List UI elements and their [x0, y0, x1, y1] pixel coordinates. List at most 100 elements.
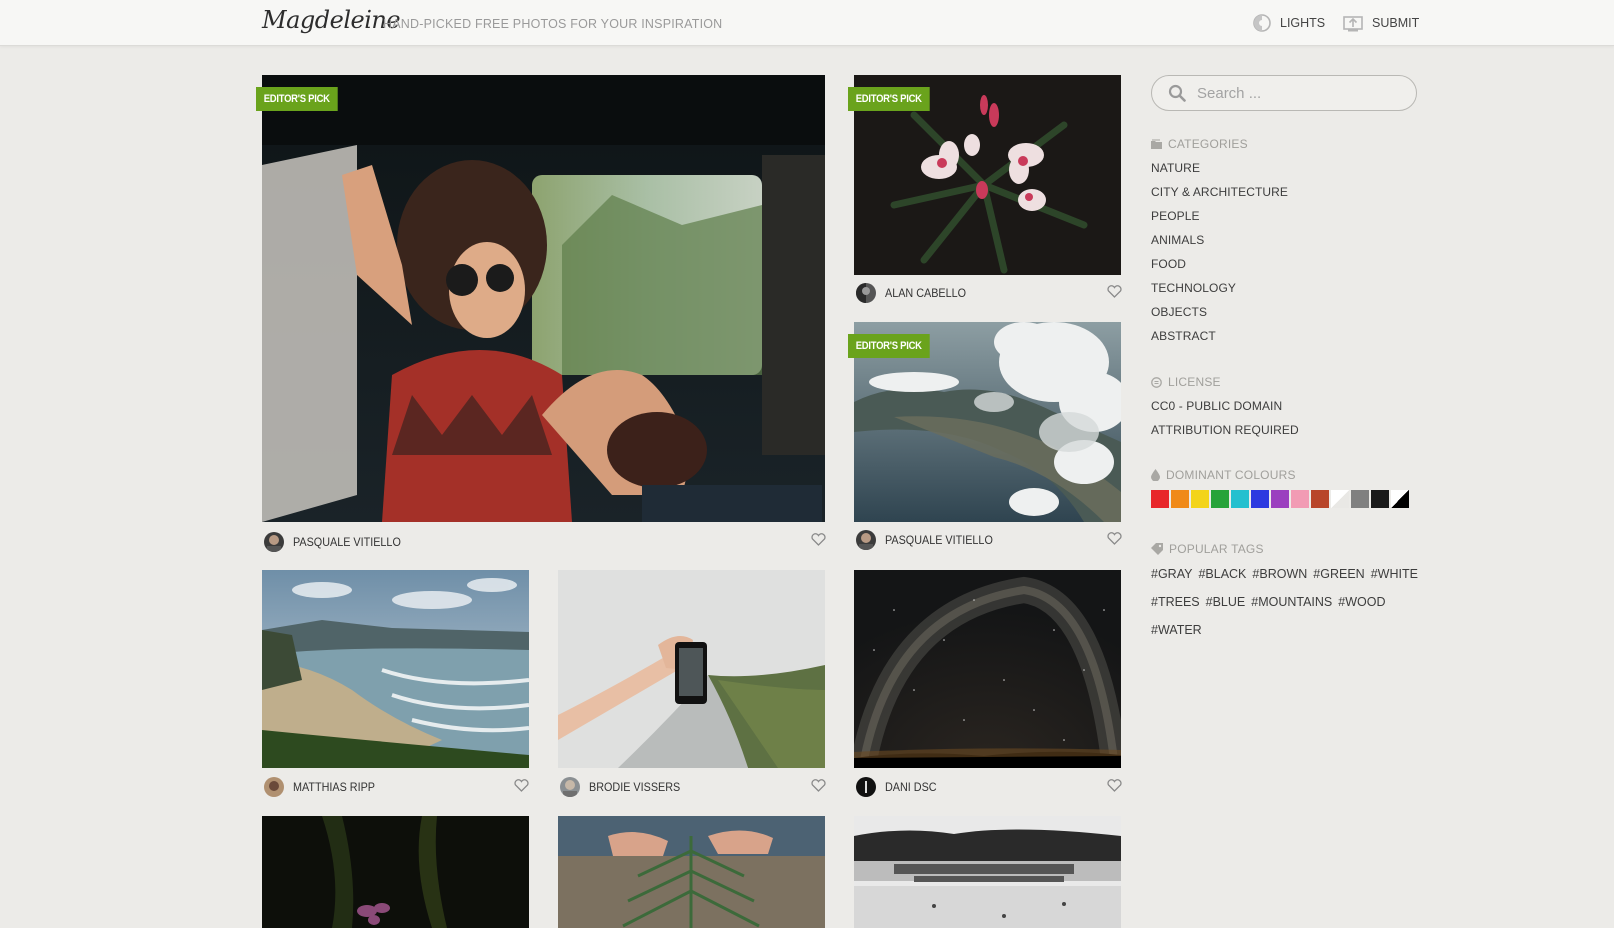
- photo-tile[interactable]: [262, 570, 529, 768]
- avatar: [856, 777, 876, 797]
- category-nature[interactable]: NATURE: [1151, 161, 1288, 185]
- photo-image: [262, 75, 825, 522]
- license-title: LICENSE: [1168, 375, 1221, 389]
- avatar: [264, 532, 284, 552]
- heart-icon[interactable]: [811, 533, 826, 546]
- tag-link[interactable]: #GREEN: [1313, 567, 1364, 595]
- search-icon: [1168, 84, 1186, 102]
- photo-image: [558, 816, 825, 928]
- heart-icon[interactable]: [1107, 532, 1122, 545]
- tag-link[interactable]: #TREES: [1151, 595, 1200, 623]
- swatch-blue[interactable]: [1251, 490, 1269, 508]
- editors-pick-badge: EDITOR'S PICK: [848, 334, 930, 358]
- upload-icon: [1343, 16, 1363, 32]
- tags-heading: POPULAR TAGS: [1151, 542, 1264, 556]
- photo-image: [262, 570, 529, 768]
- heart-icon[interactable]: [1107, 779, 1122, 792]
- category-city-architecture[interactable]: CITY & ARCHITECTURE: [1151, 185, 1288, 209]
- submit-link[interactable]: SUBMIT: [1343, 14, 1419, 32]
- swatch-black-white[interactable]: [1391, 490, 1409, 508]
- heart-icon[interactable]: [811, 779, 826, 792]
- photo-image: [558, 570, 825, 768]
- swatch-black[interactable]: [1371, 490, 1389, 508]
- photo-author[interactable]: MATTHIAS RIPP: [293, 780, 375, 794]
- tag-link[interactable]: #BLACK: [1198, 567, 1246, 595]
- site-tagline: HAND-PICKED FREE PHOTOS FOR YOUR INSPIRA…: [383, 17, 723, 31]
- license-heading: LICENSE: [1151, 375, 1221, 389]
- photo-author[interactable]: BRODIE VISSERS: [589, 780, 680, 794]
- swatch-brown[interactable]: [1311, 490, 1329, 508]
- submit-label: SUBMIT: [1372, 16, 1420, 30]
- lights-toggle[interactable]: LIGHTS: [1253, 14, 1325, 32]
- tag-link[interactable]: #BROWN: [1252, 567, 1307, 595]
- photo-tile[interactable]: [854, 570, 1121, 768]
- photo-tile[interactable]: [262, 816, 529, 928]
- tag-link[interactable]: #WOOD: [1338, 595, 1385, 623]
- avatar: [856, 283, 876, 303]
- categories-heading: CATEGORIES: [1151, 137, 1248, 151]
- categories-title: CATEGORIES: [1168, 137, 1248, 151]
- photo-author[interactable]: DANI DSC: [885, 780, 937, 794]
- search-input[interactable]: [1197, 84, 1397, 102]
- category-food[interactable]: FOOD: [1151, 257, 1288, 281]
- swatch-yellow[interactable]: [1191, 490, 1209, 508]
- photo-tile[interactable]: [558, 570, 825, 768]
- photo-tile[interactable]: EDITOR'S PICK: [848, 322, 1121, 522]
- license-cc0[interactable]: CC0 - PUBLIC DOMAIN: [1151, 399, 1299, 423]
- photo-credit: ALAN CABELLO: [856, 283, 975, 303]
- avatar: [856, 530, 876, 550]
- swatch-pink[interactable]: [1291, 490, 1309, 508]
- photo-author[interactable]: PASQUALE VITIELLO: [293, 535, 401, 549]
- tag-link[interactable]: #MOUNTAINS: [1251, 595, 1332, 623]
- heart-icon[interactable]: [514, 779, 529, 792]
- swatch-gray[interactable]: [1351, 490, 1369, 508]
- photo-credit: DANI DSC: [856, 777, 942, 797]
- site-logo[interactable]: Magdeleine: [262, 6, 401, 34]
- tag-link[interactable]: #GRAY: [1151, 567, 1192, 595]
- swatch-cyan[interactable]: [1231, 490, 1249, 508]
- photo-image: [854, 570, 1121, 768]
- editors-pick-badge: EDITOR'S PICK: [256, 87, 338, 111]
- category-animals[interactable]: ANIMALS: [1151, 233, 1288, 257]
- tag-link[interactable]: #WATER: [1151, 623, 1202, 651]
- category-technology[interactable]: TECHNOLOGY: [1151, 281, 1288, 305]
- avatar: [264, 777, 284, 797]
- heart-icon[interactable]: [1107, 285, 1122, 298]
- category-abstract[interactable]: ABSTRACT: [1151, 329, 1288, 353]
- photo-author[interactable]: PASQUALE VITIELLO: [885, 533, 993, 547]
- photo-tile[interactable]: [854, 816, 1121, 928]
- folder-icon: [1151, 139, 1162, 149]
- swatch-purple[interactable]: [1271, 490, 1289, 508]
- avatar: [560, 777, 580, 797]
- photo-credit: PASQUALE VITIELLO: [856, 530, 1005, 550]
- tags-title: POPULAR TAGS: [1169, 542, 1264, 556]
- colour-swatches: [1151, 490, 1409, 508]
- photo-tile[interactable]: EDITOR'S PICK: [256, 75, 825, 522]
- category-people[interactable]: PEOPLE: [1151, 209, 1288, 233]
- photo-tile[interactable]: EDITOR'S PICK: [848, 75, 1121, 275]
- tag-link[interactable]: #WHITE: [1371, 567, 1418, 595]
- swatch-green[interactable]: [1211, 490, 1229, 508]
- photo-image: [262, 816, 529, 928]
- license-attribution[interactable]: ATTRIBUTION REQUIRED: [1151, 423, 1299, 447]
- colours-heading: DOMINANT COLOURS: [1151, 468, 1296, 482]
- cc-icon: [1151, 376, 1162, 388]
- tag-link[interactable]: #BLUE: [1206, 595, 1246, 623]
- category-list: NATURE CITY & ARCHITECTURE PEOPLE ANIMAL…: [1151, 161, 1288, 353]
- editors-pick-badge: EDITOR'S PICK: [848, 87, 930, 111]
- photo-credit: MATTHIAS RIPP: [264, 777, 384, 797]
- photo-image: [854, 816, 1121, 928]
- tag-icon: [1151, 543, 1163, 555]
- colours-title: DOMINANT COLOURS: [1166, 468, 1296, 482]
- swatch-red[interactable]: [1151, 490, 1169, 508]
- photo-tile[interactable]: [558, 816, 825, 928]
- license-list: CC0 - PUBLIC DOMAIN ATTRIBUTION REQUIRED: [1151, 399, 1299, 447]
- popular-tags: #GRAY #BLACK #BROWN #GREEN #WHITE #TREES…: [1151, 567, 1421, 651]
- photo-author[interactable]: ALAN CABELLO: [885, 286, 966, 300]
- top-bar: Magdeleine HAND-PICKED FREE PHOTOS FOR Y…: [0, 0, 1614, 46]
- swatch-white[interactable]: [1331, 490, 1349, 508]
- photo-credit: PASQUALE VITIELLO: [264, 532, 413, 552]
- search-box[interactable]: [1151, 75, 1417, 111]
- category-objects[interactable]: OBJECTS: [1151, 305, 1288, 329]
- swatch-orange[interactable]: [1171, 490, 1189, 508]
